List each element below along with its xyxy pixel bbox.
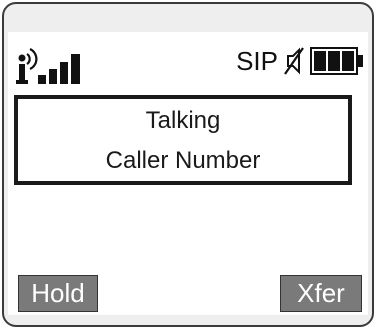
mute-icon: [284, 47, 304, 75]
hold-softkey[interactable]: Hold: [18, 275, 98, 312]
battery-icon: [310, 47, 363, 75]
caller-number-text: Caller Number: [105, 147, 261, 174]
status-bar: SIP: [8, 32, 368, 90]
phone-screen: SIP Talking Caller Number Hold Xfer: [8, 32, 368, 315]
call-info-box: Talking Caller Number: [14, 95, 352, 185]
call-status-text: Talking: [145, 107, 221, 134]
phone-display-frame: SIP Talking Caller Number Hold Xfer: [2, 2, 374, 327]
transfer-softkey[interactable]: Xfer: [280, 275, 362, 312]
status-right-group: SIP: [236, 44, 364, 78]
signal-strength-icon: [16, 48, 80, 84]
network-label: SIP: [236, 46, 278, 76]
